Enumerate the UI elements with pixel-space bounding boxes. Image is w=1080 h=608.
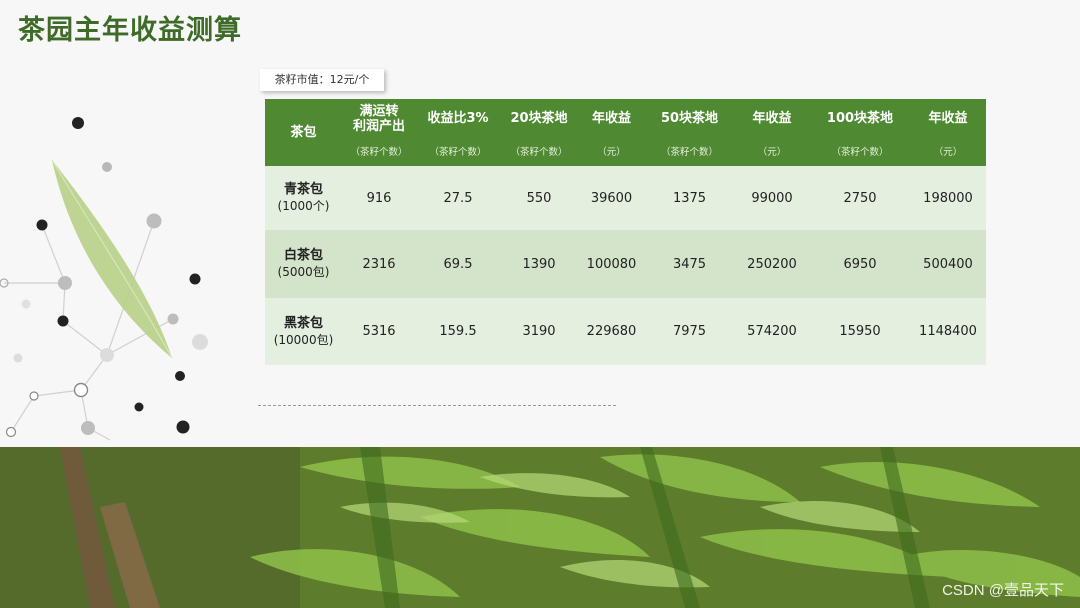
price-note: 茶籽市值：12元/个 [260, 69, 384, 91]
row-label: 青茶包 (1000个) [265, 166, 342, 230]
header-cell: 收益比3% （茶籽个数） [416, 99, 500, 166]
yield-table: 茶包 满运转 利润产出 （茶籽个数） 收益比3% （茶籽个数） 20块茶地 （茶籽个数… [265, 99, 986, 365]
table-cell: 159.5 [416, 298, 500, 365]
table-cell: 1375 [645, 166, 734, 230]
header-cell: 茶包 [265, 99, 342, 166]
tea-leaves-photo: CSDN @壹品天下 [0, 447, 1080, 608]
header-cell: 100块茶地 （茶籽个数） [810, 99, 910, 166]
header-cell: 年收益 （元） [578, 99, 645, 166]
table-cell: 2316 [342, 230, 416, 298]
table-cell: 250200 [734, 230, 810, 298]
header-cell: 年收益 （元） [910, 99, 986, 166]
row-label: 白茶包 (5000包) [265, 230, 342, 298]
table-cell: 5316 [342, 298, 416, 365]
table-cell: 2750 [810, 166, 910, 230]
tea-leaves-illustration [0, 447, 1080, 608]
header-cell: 20块茶地 （茶籽个数） [500, 99, 578, 166]
header-cell: 50块茶地 （茶籽个数） [645, 99, 734, 166]
table-cell: 500400 [910, 230, 986, 298]
table-cell: 229680 [578, 298, 645, 365]
watermark: CSDN @壹品天下 [942, 582, 1064, 599]
table-cell: 3190 [500, 298, 578, 365]
molecule-leaf-decoration [0, 117, 208, 441]
page-title: 茶园主年收益测算 [18, 15, 242, 46]
table-cell: 7975 [645, 298, 734, 365]
table-cell: 1148400 [910, 298, 986, 365]
table-cell: 27.5 [416, 166, 500, 230]
table-cell: 916 [342, 166, 416, 230]
table-cell: 574200 [734, 298, 810, 365]
table-header-row: 茶包 满运转 利润产出 （茶籽个数） 收益比3% （茶籽个数） 20块茶地 （茶籽个数… [265, 99, 986, 166]
header-cell: 满运转 利润产出 （茶籽个数） [342, 99, 416, 166]
table-cell: 3475 [645, 230, 734, 298]
dashed-divider [258, 405, 616, 406]
table-cell: 15950 [810, 298, 910, 365]
table-cell: 1390 [500, 230, 578, 298]
header-cell: 年收益 （元） [734, 99, 810, 166]
table-cell: 99000 [734, 166, 810, 230]
table-row: 黑茶包 (10000包) 5316 159.5 3190 229680 7975 … [265, 298, 986, 365]
row-label: 黑茶包 (10000包) [265, 298, 342, 365]
table-cell: 69.5 [416, 230, 500, 298]
table-row: 青茶包 (1000个) 916 27.5 550 39600 1375 99000… [265, 166, 986, 230]
table-cell: 100080 [578, 230, 645, 298]
table-cell: 198000 [910, 166, 986, 230]
table-cell: 550 [500, 166, 578, 230]
table-cell: 6950 [810, 230, 910, 298]
table-cell: 39600 [578, 166, 645, 230]
table-row: 白茶包 (5000包) 2316 69.5 1390 100080 3475 25… [265, 230, 986, 298]
